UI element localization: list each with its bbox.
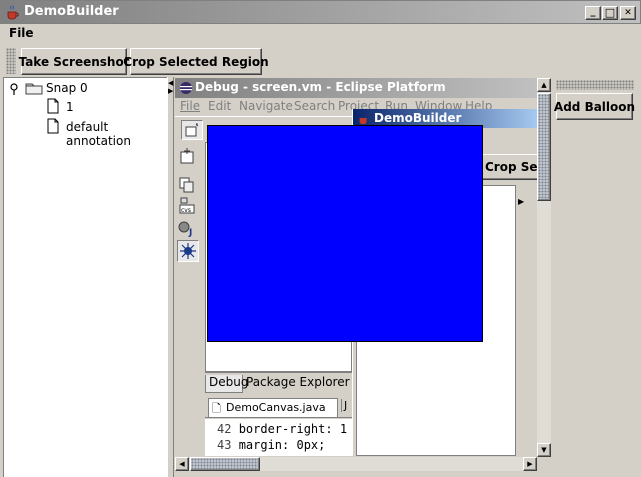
expand-right-arrow-icon: ▶	[518, 197, 525, 206]
perspective-bar: cvs J	[175, 144, 203, 454]
minimize-button[interactable]: _	[585, 6, 601, 20]
scroll-down-button[interactable]: ▼	[537, 443, 551, 457]
snapshot-tree: Snap 0 1 default annotation	[3, 77, 167, 477]
java-icon[interactable]: J	[178, 219, 196, 238]
scroll-right-button[interactable]: ▶	[523, 457, 537, 471]
eclipse-menu-search[interactable]: Search	[294, 99, 335, 113]
inner-crop-button[interactable]: Crop Selec	[481, 154, 537, 180]
java-cup-icon	[357, 111, 371, 125]
scroll-left-button[interactable]: ◀	[175, 457, 189, 471]
tab-package-explorer[interactable]: Package Explorer	[243, 375, 352, 393]
horizontal-scroll-thumb[interactable]	[190, 457, 260, 471]
new-perspective-icon[interactable]	[178, 147, 196, 165]
vertical-scroll-thumb[interactable]	[537, 93, 551, 201]
horizontal-scrollbar[interactable]: ◀ ▶	[175, 457, 537, 471]
split-pane-divider[interactable]: ◀ ▶	[167, 77, 174, 477]
inner-window-title: DemoBuilder	[374, 111, 462, 125]
scroll-right-arrow-icon: ▶	[527, 460, 533, 468]
code-text: margin: 0px;	[238, 438, 326, 452]
close-button[interactable]: ✕	[620, 6, 636, 20]
eclipse-title-bar: Debug - screen.vm - Eclipse Platform	[175, 78, 537, 98]
vertical-scrollbar[interactable]: ▲ ▼	[537, 78, 551, 457]
eclipse-menu-file[interactable]: File	[180, 99, 200, 113]
view-tabs: Debug Package Explorer	[205, 372, 352, 394]
expand-right-arrow-icon[interactable]: ▶	[168, 88, 173, 95]
code-line: 42 border-right: 1	[217, 422, 347, 436]
editor-tab-overflow[interactable]: J	[341, 399, 352, 412]
close-icon: ✕	[624, 7, 632, 18]
code-text: border-right: 1	[238, 422, 348, 436]
menu-bar: File	[0, 24, 641, 44]
crop-selected-region-button[interactable]: Crop Selected Region	[123, 48, 269, 75]
editor-tab-bar: 🗋 DemoCanvas.java J	[205, 396, 352, 418]
menu-file[interactable]: File	[9, 26, 34, 40]
scroll-up-button[interactable]: ▲	[537, 78, 551, 92]
scroll-left-arrow-icon: ◀	[179, 460, 185, 468]
line-number: 42	[217, 422, 232, 436]
svg-text:cvs: cvs	[181, 207, 191, 214]
tab-debug[interactable]: Debug	[205, 375, 248, 393]
minimize-icon: _	[590, 6, 596, 17]
document-icon	[47, 98, 59, 114]
side-toolbar-grip[interactable]	[556, 80, 634, 90]
selection-rectangle[interactable]	[207, 125, 483, 342]
line-number: 43	[217, 438, 232, 452]
eclipse-window-title: Debug - screen.vm - Eclipse Platform	[195, 80, 446, 94]
collapse-left-arrow-icon[interactable]: ◀	[168, 80, 173, 87]
java-cup-icon	[5, 4, 21, 20]
screenshot-canvas[interactable]: Debug - screen.vm - Eclipse Platform Fil…	[175, 78, 537, 456]
toolbar: Take Screenshot Crop Selected Region	[0, 45, 641, 77]
folder-icon	[25, 81, 43, 95]
maximize-icon: □	[604, 6, 616, 19]
svg-text:J: J	[188, 228, 192, 237]
java-file-icon: 🗋	[212, 402, 221, 415]
debug-icon[interactable]	[177, 240, 199, 262]
tree-item-snap-0[interactable]: Snap 0	[46, 81, 88, 95]
eclipse-toolbar-new-icon[interactable]	[181, 120, 203, 140]
editor-tab-democanvas[interactable]: 🗋 DemoCanvas.java	[208, 398, 338, 417]
tree-item-default-annotation[interactable]: default annotation	[66, 120, 167, 148]
inner-splitter: ▶	[516, 185, 526, 456]
scroll-up-arrow-icon: ▲	[541, 81, 547, 89]
eclipse-menu-navigate[interactable]: Navigate	[239, 99, 293, 113]
eclipse-menu-edit[interactable]: Edit	[208, 99, 231, 113]
code-line: 43 margin: 0px;	[217, 438, 325, 452]
cvs-icon[interactable]: cvs	[178, 197, 196, 215]
add-balloon-button[interactable]: Add Balloon	[554, 93, 635, 120]
document-icon	[47, 118, 59, 134]
maximize-button[interactable]: □	[602, 6, 618, 20]
window-title: DemoBuilder	[24, 4, 119, 19]
take-screenshot-button[interactable]: Take Screenshot	[19, 48, 129, 75]
eclipse-icon	[179, 81, 193, 95]
code-editor[interactable]: 42 border-right: 1 43 margin: 0px;	[205, 419, 352, 456]
tree-item-1[interactable]: 1	[66, 100, 74, 114]
resource-icon[interactable]	[178, 176, 196, 194]
toolbar-grip[interactable]	[6, 48, 16, 74]
title-bar: DemoBuilder _ □ ✕	[0, 0, 641, 24]
tree-expand-handle[interactable]	[8, 83, 20, 95]
scroll-down-arrow-icon: ▼	[541, 446, 547, 454]
